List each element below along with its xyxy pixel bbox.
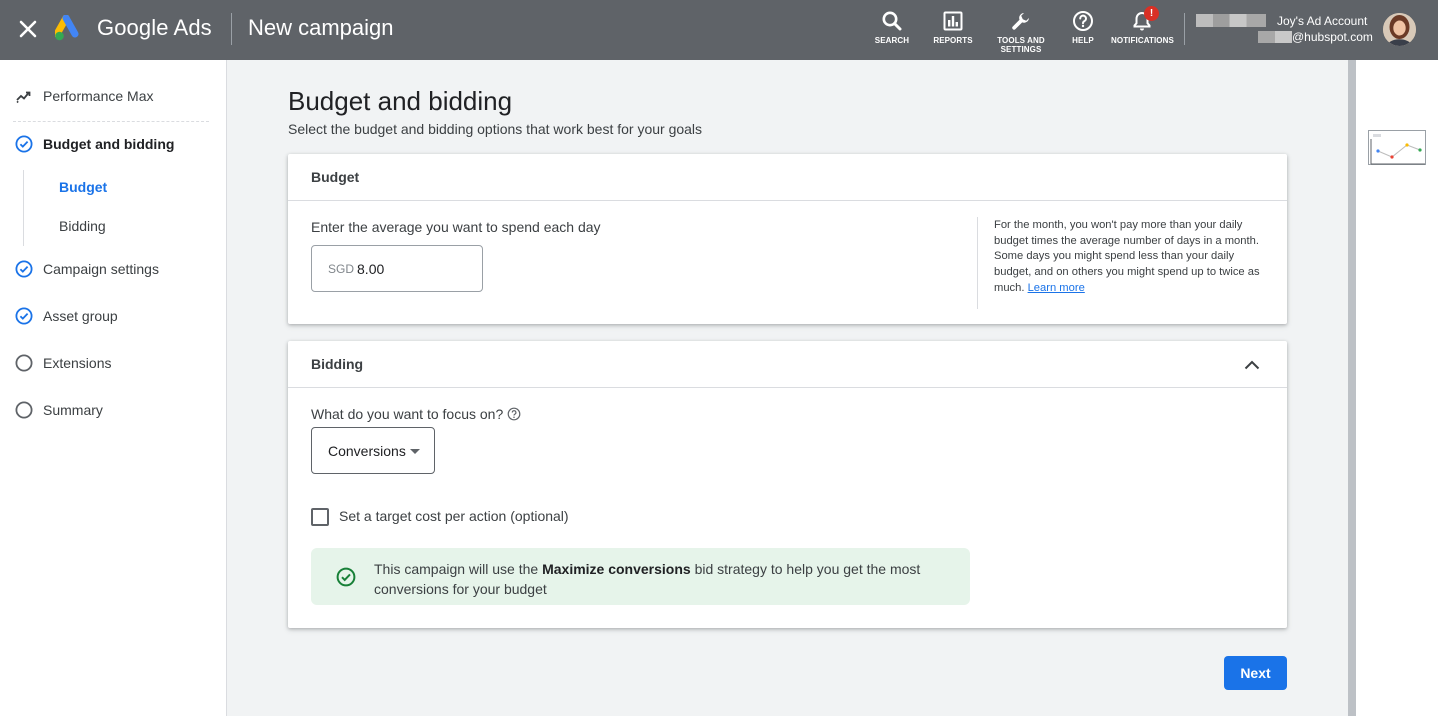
redacted-email-prefix xyxy=(1258,31,1292,43)
search-tool-button[interactable]: SEARCH xyxy=(873,10,911,45)
help-tool-button[interactable]: HELP xyxy=(1066,10,1100,45)
strategy-info-banner: This campaign will use the Maximize conv… xyxy=(311,548,970,605)
focus-dropdown[interactable]: Conversions xyxy=(311,427,435,474)
budget-card-header: Budget xyxy=(288,154,1287,201)
header-divider xyxy=(231,13,232,45)
substep-line xyxy=(23,170,24,246)
sidebar: Performance Max Budget and bidding Budge… xyxy=(0,60,227,716)
trend-icon xyxy=(16,91,31,104)
avatar-photo-icon xyxy=(1383,13,1416,46)
sidebar-item-label: Asset group xyxy=(43,308,118,324)
sidebar-item-label: Budget and bidding xyxy=(43,136,175,152)
daily-budget-label: Enter the average you want to spend each… xyxy=(311,219,601,235)
top-bar: Google Ads New campaign SEARCH REPORTS T… xyxy=(0,0,1438,60)
sidebar-item-label: Extensions xyxy=(43,355,112,371)
sidebar-item-campaign-settings[interactable]: Campaign settings xyxy=(0,257,159,281)
focus-dropdown-value: Conversions xyxy=(328,442,406,459)
wrench-icon xyxy=(1012,13,1029,30)
sidebar-item-asset-group[interactable]: Asset group xyxy=(0,304,118,328)
currency-prefix: SGD xyxy=(328,261,355,276)
bidding-heading: Bidding xyxy=(311,356,364,372)
note-divider xyxy=(977,217,978,309)
search-tool-label: SEARCH xyxy=(874,36,910,45)
target-cpa-checkbox[interactable] xyxy=(311,508,329,526)
empty-circle-icon xyxy=(15,401,33,419)
account-name[interactable]: Joy's Ad Account xyxy=(1277,14,1367,28)
chevron-up-icon[interactable] xyxy=(1243,356,1261,374)
sidebar-item-label: Performance Max xyxy=(43,88,154,104)
bidding-card-header[interactable]: Bidding xyxy=(288,341,1287,388)
info-prefix: This campaign will use the xyxy=(374,561,543,577)
check-circle-icon xyxy=(336,567,356,587)
close-icon[interactable] xyxy=(17,18,39,40)
section-subtitle: Select the budget and bidding options th… xyxy=(288,121,703,137)
dropdown-caret-icon xyxy=(410,449,420,454)
reports-tool-label: REPORTS xyxy=(933,36,973,45)
account-email[interactable]: @hubspot.com xyxy=(1292,30,1373,44)
avatar[interactable] xyxy=(1383,13,1416,46)
strategy-info-text: This campaign will use the Maximize conv… xyxy=(374,560,954,599)
tools-settings-button[interactable]: TOOLS AND SETTINGS xyxy=(993,10,1049,54)
sidebar-item-budget-and-bidding[interactable]: Budget and bidding xyxy=(0,132,174,156)
account-divider xyxy=(1184,13,1185,45)
redacted-account-id xyxy=(1196,14,1266,27)
reports-icon xyxy=(943,11,963,31)
sidebar-dashed-divider xyxy=(13,121,209,122)
budget-card: Budget Enter the average you want to spe… xyxy=(288,154,1287,324)
help-tool-label: HELP xyxy=(1072,36,1094,45)
notification-badge: ! xyxy=(1144,6,1159,21)
learn-more-link[interactable]: Learn more xyxy=(1028,282,1085,294)
line-chart-icon xyxy=(1370,134,1425,165)
budget-amount[interactable]: 8.00 xyxy=(357,261,384,277)
budget-heading: Budget xyxy=(311,169,360,185)
sidebar-subitem-bidding[interactable]: Bidding xyxy=(59,218,106,234)
page-title: New campaign xyxy=(248,15,394,40)
next-button[interactable]: Next xyxy=(1224,656,1287,690)
help-circle-icon[interactable] xyxy=(507,407,521,421)
notifications-tool-label: NOTIFICATIONS xyxy=(1111,36,1174,45)
right-rail xyxy=(1356,60,1438,716)
right-rail-scrollbar[interactable] xyxy=(1348,60,1356,716)
focus-label: What do you want to focus on? xyxy=(311,406,504,422)
notifications-tool-button[interactable]: ! NOTIFICATIONS xyxy=(1111,6,1174,45)
google-ads-logo-icon xyxy=(55,15,79,41)
daily-budget-input[interactable]: SGD 8.00 xyxy=(311,245,483,292)
budget-note: For the month, you won't pay more than y… xyxy=(994,218,1272,297)
search-icon xyxy=(882,11,902,31)
brand-name[interactable]: Google Ads xyxy=(97,15,212,41)
sidebar-item-label: Campaign settings xyxy=(43,261,159,277)
sidebar-subitem-budget[interactable]: Budget xyxy=(59,179,107,195)
sidebar-item-summary[interactable]: Summary xyxy=(0,398,103,422)
section-title: Budget and bidding xyxy=(288,86,513,116)
info-strategy: Maximize conversions xyxy=(542,561,691,577)
reports-tool-button[interactable]: REPORTS xyxy=(930,10,976,45)
chart-thumbnail[interactable] xyxy=(1368,130,1426,165)
sidebar-item-extensions[interactable]: Extensions xyxy=(0,351,111,375)
help-icon xyxy=(1073,11,1093,31)
empty-circle-icon xyxy=(15,354,33,372)
tools-settings-label: TOOLS AND SETTINGS xyxy=(997,36,1045,54)
check-circle-icon xyxy=(15,307,33,325)
check-circle-icon xyxy=(15,135,33,153)
bidding-card: Bidding What do you want to focus on? Co… xyxy=(288,341,1287,628)
sidebar-item-performance-max[interactable]: Performance Max xyxy=(0,84,153,108)
sidebar-item-label: Summary xyxy=(43,402,103,418)
check-circle-icon xyxy=(15,260,33,278)
target-cpa-label[interactable]: Set a target cost per action (optional) xyxy=(339,508,569,524)
